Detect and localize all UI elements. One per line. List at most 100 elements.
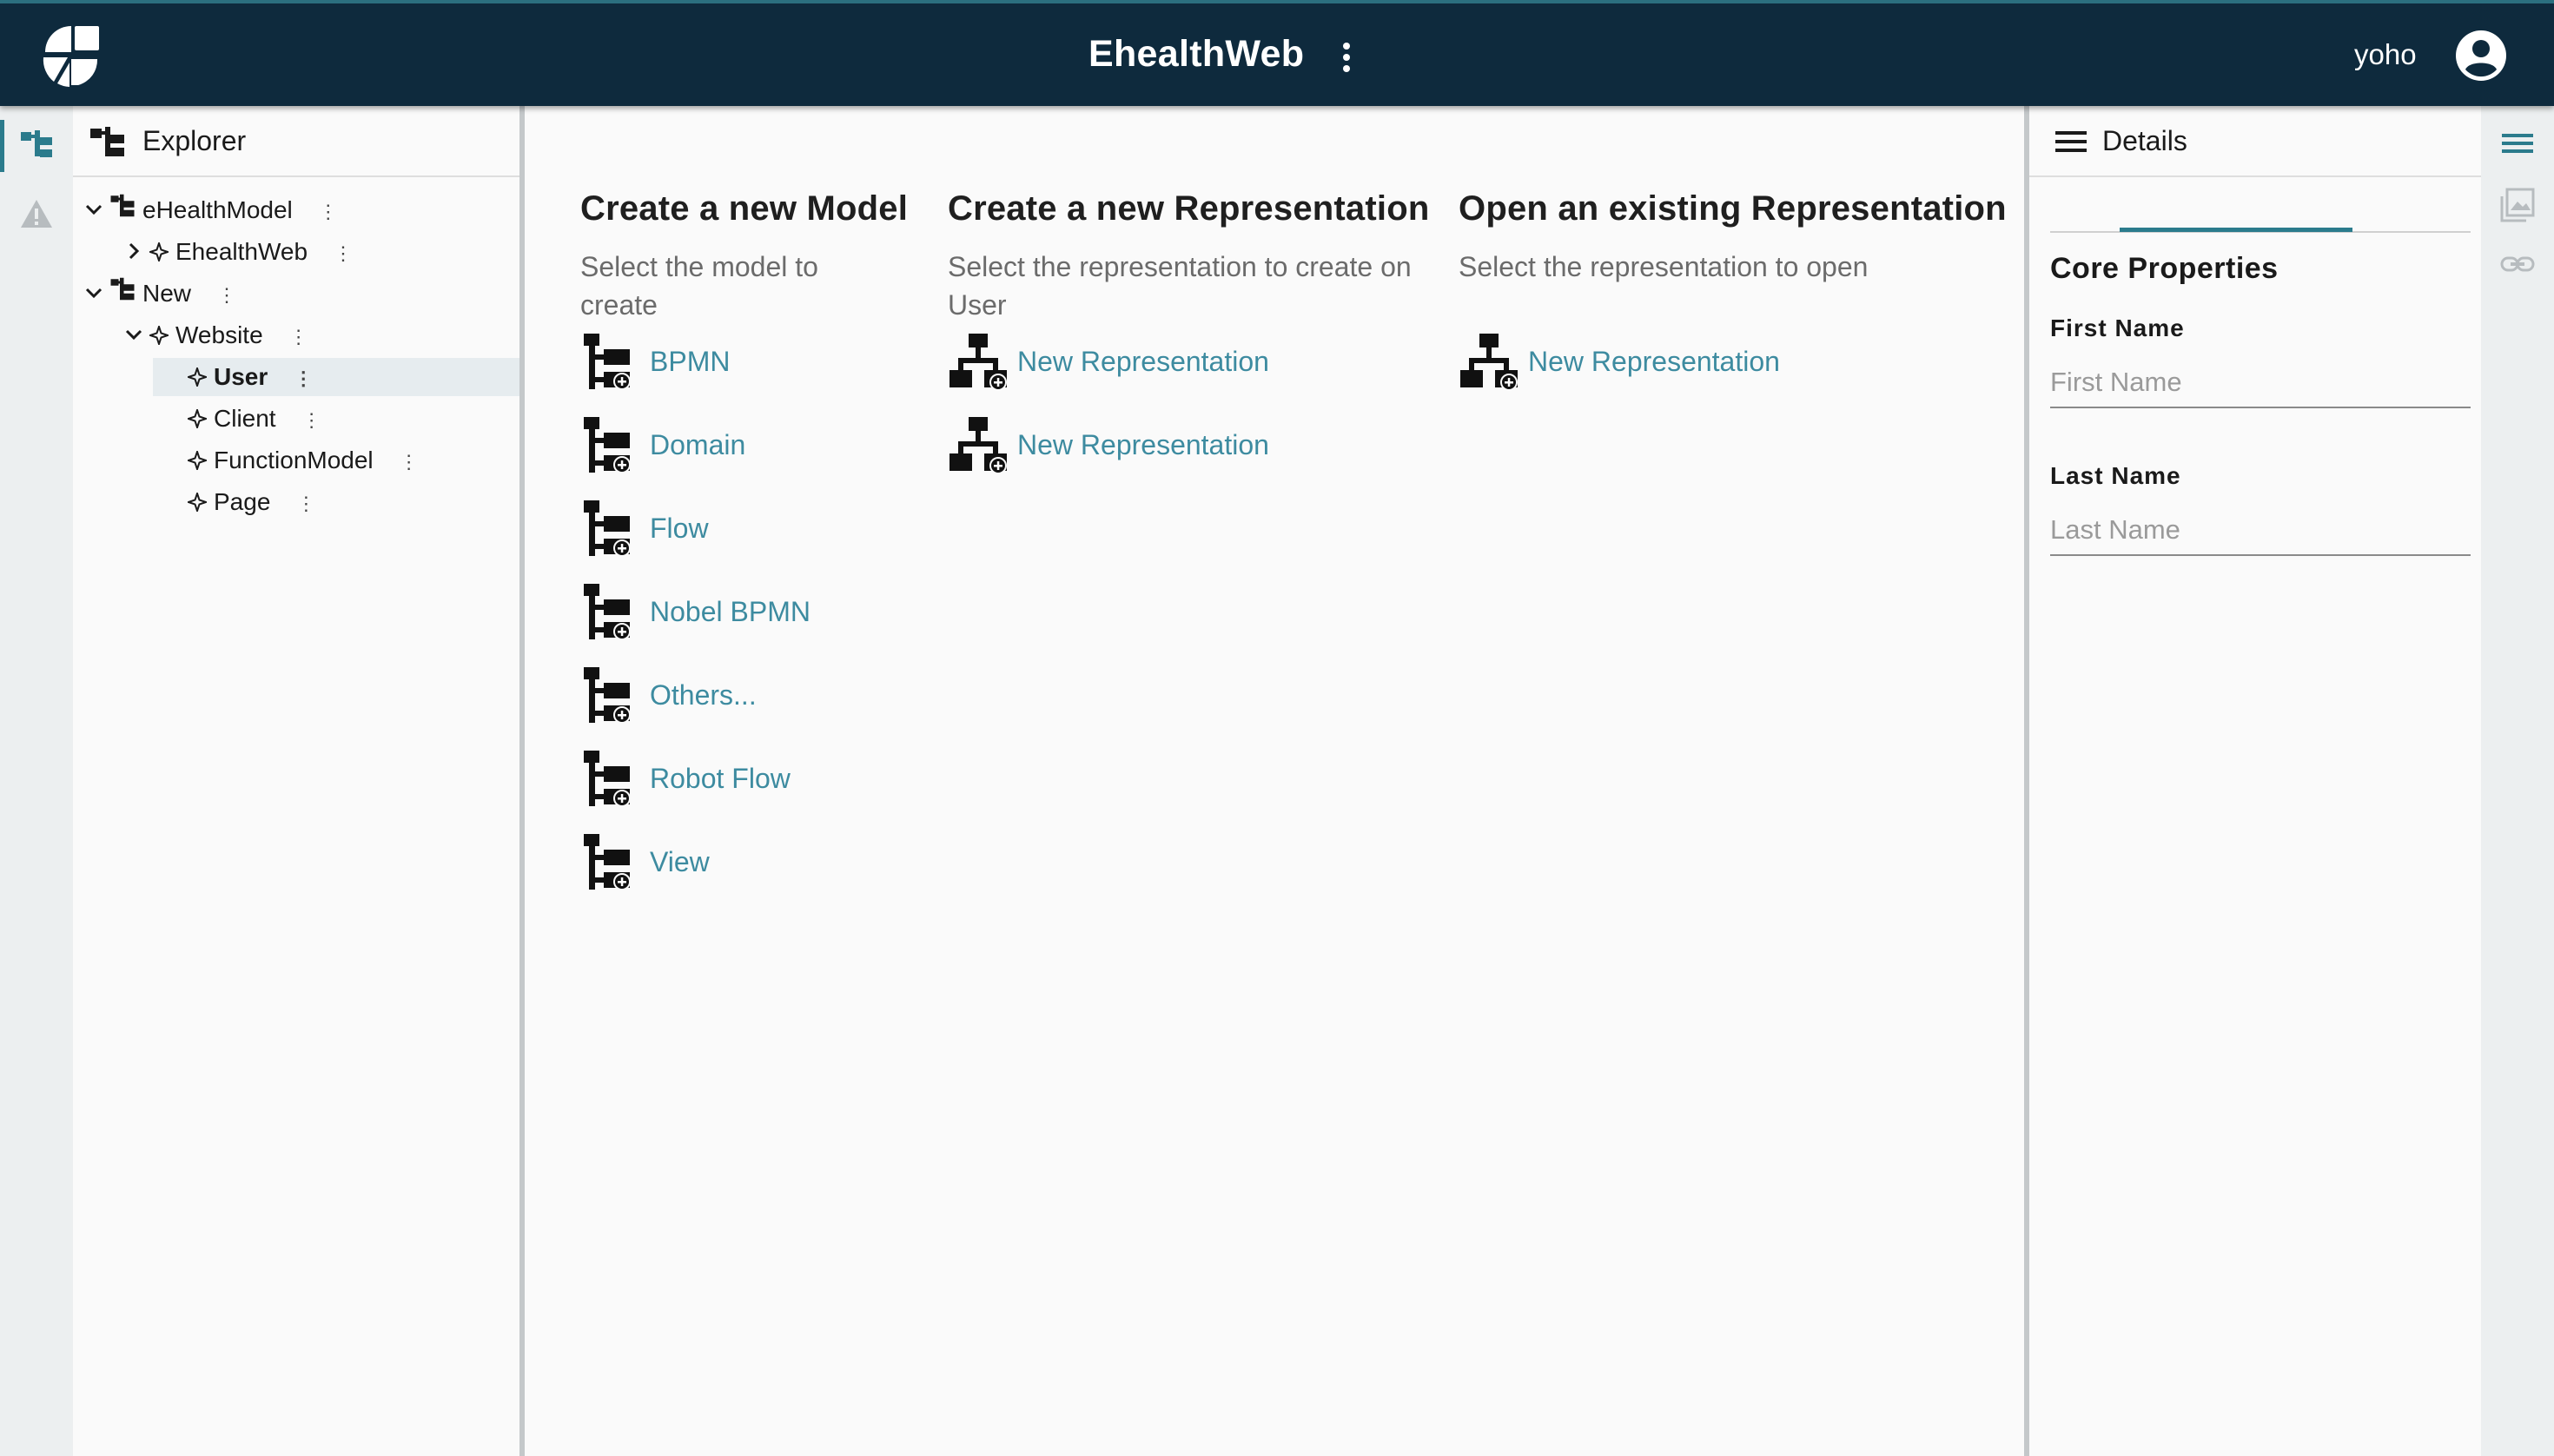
open-representation-subtitle: Select the representation to open — [1459, 251, 1869, 282]
tree-icon — [90, 127, 124, 156]
explorer-panel: Explorer eHealthModel ⋮ EhealthWeb ⋮ New ⋮ … — [73, 106, 525, 1456]
menu-icon — [2055, 131, 2087, 152]
core-properties-title: Core Properties — [2050, 252, 2279, 285]
tree-item-page[interactable]: Page ⋮ — [162, 483, 519, 521]
link-label: Others... — [650, 679, 757, 711]
details-header: Details — [2029, 106, 2486, 177]
open-representation-section: Open an existing Representation Select t… — [1459, 189, 2015, 286]
explorer-view-button[interactable] — [0, 113, 73, 179]
app-title: EhealthWeb — [1088, 33, 1305, 75]
tree-item-ehealthmodel[interactable]: eHealthModel ⋮ — [83, 191, 519, 229]
link-label: View — [650, 846, 710, 877]
create-model-link[interactable]: Flow — [580, 499, 945, 559]
link-label: BPMN — [650, 346, 731, 377]
create-representation-title: Create a new Representation — [948, 189, 1430, 228]
create-representation-link[interactable]: New Representation — [948, 332, 1313, 393]
tree-item-label: eHealthModel — [142, 196, 293, 223]
create-model-link[interactable]: Nobel BPMN — [580, 582, 945, 643]
active-tab-indicator[interactable] — [2120, 228, 2352, 232]
tree-item-label: Website — [175, 321, 263, 348]
tree-icon — [21, 130, 52, 157]
more-vertical-icon[interactable]: ⋮ — [334, 235, 353, 273]
link-label: Domain — [650, 429, 746, 460]
image-gallery-icon[interactable] — [2498, 186, 2537, 224]
tree-item-ehealthweb[interactable]: EhealthWeb ⋮ — [123, 233, 519, 271]
create-model-link[interactable]: Robot Flow — [580, 749, 945, 810]
object-icon — [185, 490, 209, 513]
new-representation-icon — [949, 417, 1007, 474]
more-vertical-icon[interactable] — [1336, 40, 1357, 75]
username[interactable]: yoho — [2354, 38, 2417, 71]
explorer-header: Explorer — [73, 106, 519, 177]
chevron-down-icon[interactable] — [83, 282, 104, 303]
new-model-icon — [584, 500, 631, 557]
last-name-field[interactable] — [2050, 506, 2471, 556]
create-representation-section: Create a new Representation Select the r… — [948, 189, 1452, 324]
more-vertical-icon[interactable]: ⋮ — [296, 485, 315, 523]
create-representation-link[interactable]: New Representation — [948, 415, 1313, 476]
warning-icon — [21, 200, 52, 228]
app-logo-icon[interactable] — [36, 23, 106, 89]
create-model-link[interactable]: View — [580, 832, 945, 893]
details-title: Details — [2102, 125, 2187, 156]
account-circle-icon[interactable] — [2455, 30, 2507, 82]
link-label: New Representation — [1017, 429, 1269, 460]
main-onboard-area: Create a new Model Select the model to c… — [525, 106, 2024, 1456]
new-representation-icon — [949, 334, 1007, 391]
more-vertical-icon[interactable]: ⋮ — [217, 276, 236, 314]
tree-item-functionmodel[interactable]: FunctionModel ⋮ — [162, 441, 519, 480]
create-model-link[interactable]: BPMN — [580, 332, 945, 393]
tree-item-label: Client — [214, 405, 276, 432]
chevron-down-icon[interactable] — [123, 324, 144, 345]
more-vertical-icon[interactable]: ⋮ — [289, 318, 308, 356]
tree-item-label: New — [142, 280, 192, 307]
details-list-icon[interactable] — [2498, 123, 2537, 162]
create-model-link[interactable]: Domain — [580, 415, 945, 476]
tree-item-label: User — [214, 363, 268, 390]
more-vertical-icon[interactable]: ⋮ — [400, 443, 419, 481]
right-sidebar-rail — [2481, 106, 2554, 1456]
first-name-field[interactable] — [2050, 358, 2471, 408]
tree-item-label: Page — [214, 488, 271, 515]
link-label: Flow — [650, 513, 709, 544]
object-icon — [147, 323, 171, 347]
link-label: Nobel BPMN — [650, 596, 811, 627]
tree-item-label: EhealthWeb — [175, 238, 308, 265]
new-model-icon — [584, 751, 631, 807]
model-icon — [110, 194, 135, 216]
tree-item-website[interactable]: Website ⋮ — [123, 316, 519, 354]
create-representation-subtitle: Select the representation to create on U… — [948, 251, 1412, 321]
link-label: New Representation — [1017, 346, 1269, 377]
details-panel: Details Core Properties First Name Last … — [2024, 106, 2486, 1456]
new-representation-icon — [1460, 334, 1518, 391]
new-model-icon — [584, 834, 631, 890]
open-representation-link[interactable]: New Representation — [1459, 332, 1823, 393]
tree-item-label: FunctionModel — [214, 447, 374, 473]
new-model-icon — [584, 417, 631, 473]
more-vertical-icon[interactable]: ⋮ — [294, 360, 313, 398]
object-icon — [185, 407, 209, 430]
chevron-down-icon[interactable] — [83, 199, 104, 220]
create-model-subtitle: Select the model to create — [580, 251, 818, 321]
link-label: New Representation — [1528, 346, 1780, 377]
tree-item-new[interactable]: New ⋮ — [83, 275, 519, 313]
object-icon — [147, 240, 171, 263]
object-icon — [185, 365, 209, 388]
new-model-icon — [584, 334, 631, 390]
left-sidebar-rail — [0, 106, 73, 1456]
object-icon — [185, 448, 209, 472]
more-vertical-icon[interactable]: ⋮ — [302, 401, 321, 440]
create-model-link[interactable]: Others... — [580, 665, 945, 726]
create-model-section: Create a new Model Select the model to c… — [580, 189, 928, 324]
create-model-title: Create a new Model — [580, 189, 909, 228]
new-model-icon — [584, 584, 631, 640]
more-vertical-icon[interactable]: ⋮ — [319, 193, 338, 231]
open-representation-title: Open an existing Representation — [1459, 189, 2007, 228]
validation-view-button[interactable] — [0, 181, 73, 247]
tree-item-client[interactable]: Client ⋮ — [162, 400, 519, 438]
model-icon — [110, 277, 135, 300]
chevron-right-icon[interactable] — [123, 241, 144, 261]
explorer-title: Explorer — [142, 125, 247, 156]
tree-item-user[interactable]: User ⋮ — [153, 358, 519, 396]
link-icon[interactable] — [2498, 245, 2537, 283]
